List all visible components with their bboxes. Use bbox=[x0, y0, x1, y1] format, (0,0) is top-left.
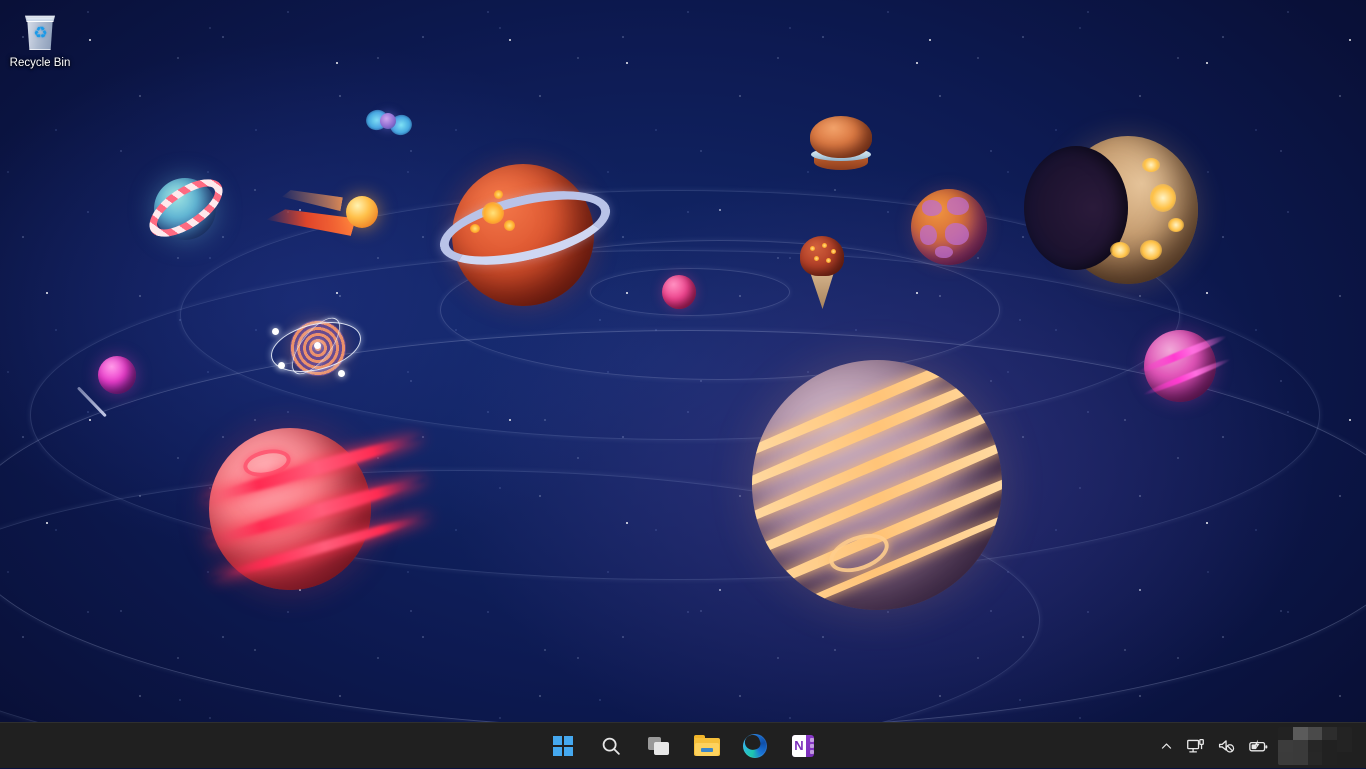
icecream-cone-object bbox=[800, 236, 846, 312]
pink-planet-right bbox=[1144, 330, 1216, 402]
folder-icon bbox=[694, 735, 720, 756]
crescent-crater-5 bbox=[1140, 240, 1162, 260]
start-button[interactable] bbox=[541, 726, 585, 766]
burger-top-bun bbox=[810, 116, 872, 158]
icecream-scoop bbox=[800, 236, 844, 276]
magenta-patch-4 bbox=[945, 223, 969, 245]
small-pink-planet bbox=[662, 275, 696, 309]
clock-pixel-8 bbox=[1308, 740, 1323, 753]
clock-redacted[interactable] bbox=[1278, 727, 1352, 765]
crescent-moon-planet bbox=[1058, 136, 1198, 284]
magenta-cracked-planet bbox=[911, 189, 987, 265]
comet-object bbox=[268, 178, 378, 250]
desktop[interactable]: ♻ Recycle Bin bbox=[0, 0, 1366, 768]
clock-pixel-9 bbox=[1322, 740, 1337, 753]
desktop-icon-label: Recycle Bin bbox=[4, 57, 76, 70]
clock-pixel-7 bbox=[1293, 740, 1308, 753]
edge-icon bbox=[743, 734, 767, 758]
clock-pixel-2 bbox=[1293, 727, 1308, 740]
spiral-node-1 bbox=[272, 328, 279, 335]
magenta-patch-1 bbox=[922, 200, 942, 216]
clock-pixel-1 bbox=[1278, 727, 1293, 740]
taskbar-center-group: N bbox=[541, 723, 825, 769]
red-planet-spot-1 bbox=[482, 202, 504, 224]
speaker-muted-icon bbox=[1217, 737, 1236, 756]
system-tray bbox=[1153, 723, 1366, 769]
jupiter-globe bbox=[752, 360, 1002, 610]
battery-button[interactable] bbox=[1243, 727, 1274, 765]
clock-pixel-14 bbox=[1322, 752, 1337, 765]
onenote-tab-2 bbox=[810, 744, 814, 748]
burger-planet bbox=[810, 116, 872, 172]
icecream-dot-4 bbox=[814, 256, 819, 261]
network-button[interactable] bbox=[1181, 727, 1210, 765]
small-pink-globe bbox=[662, 275, 696, 309]
chevron-up-icon bbox=[1160, 740, 1173, 753]
bowtie-core bbox=[380, 113, 396, 129]
onenote-tab-3 bbox=[810, 750, 814, 754]
clock-pixel-11 bbox=[1278, 752, 1293, 765]
red-planet-spot-2 bbox=[504, 220, 515, 231]
red-ringed-planet bbox=[438, 152, 614, 282]
task-view-button[interactable] bbox=[637, 726, 681, 766]
clock-pixel-5 bbox=[1337, 727, 1352, 740]
windows-logo-icon bbox=[553, 736, 573, 756]
edge-button[interactable] bbox=[733, 726, 777, 766]
search-button[interactable] bbox=[589, 726, 633, 766]
recycle-bin-lid bbox=[24, 14, 56, 22]
task-view-icon bbox=[648, 737, 670, 755]
red-planet-spot-4 bbox=[470, 224, 480, 233]
spiral-node-2 bbox=[314, 342, 321, 349]
blue-bowtie-object bbox=[366, 108, 412, 138]
clock-pixel-6 bbox=[1278, 740, 1293, 753]
clock-pixel-12 bbox=[1293, 752, 1308, 765]
onenote-tab-1 bbox=[810, 738, 814, 742]
onenote-letter: N bbox=[792, 735, 806, 757]
show-desktop-button[interactable] bbox=[1354, 723, 1360, 769]
spiral-node-4 bbox=[278, 362, 285, 369]
icecream-dot-2 bbox=[822, 243, 827, 248]
icecream-dot-3 bbox=[831, 249, 836, 254]
clock-pixel-10 bbox=[1337, 740, 1352, 753]
lollipop-object bbox=[76, 356, 138, 428]
jupiter-planet bbox=[752, 360, 1002, 610]
clock-pixel-15 bbox=[1337, 752, 1352, 765]
crescent-crater-1 bbox=[1142, 158, 1160, 172]
folder-slot bbox=[701, 748, 713, 752]
candy-cane-planet bbox=[148, 162, 232, 258]
recycle-symbol-icon: ♻ bbox=[32, 25, 49, 42]
task-view-window-front bbox=[654, 742, 669, 755]
network-monitor-icon bbox=[1186, 737, 1205, 756]
comet-head bbox=[346, 196, 378, 228]
lollipop-stick bbox=[77, 386, 107, 417]
magenta-patch-3 bbox=[920, 225, 937, 245]
clock-pixel-4 bbox=[1322, 727, 1337, 740]
battery-charging-icon bbox=[1248, 737, 1269, 756]
red-planet-spot-3 bbox=[494, 190, 503, 199]
onenote-button[interactable]: N bbox=[781, 726, 825, 766]
search-icon bbox=[600, 735, 622, 757]
pink-swirl-planet bbox=[209, 428, 371, 590]
show-hidden-icons-button[interactable] bbox=[1153, 727, 1179, 765]
volume-button[interactable] bbox=[1212, 727, 1241, 765]
magenta-patch-5 bbox=[935, 246, 953, 258]
file-explorer-button[interactable] bbox=[685, 726, 729, 766]
crescent-crater-3 bbox=[1168, 218, 1184, 232]
crescent-crater-2 bbox=[1150, 184, 1176, 212]
clock-pixel-13 bbox=[1308, 752, 1323, 765]
spiral-node-3 bbox=[338, 370, 345, 377]
desktop-icon-recycle-bin[interactable]: ♻ Recycle Bin bbox=[2, 6, 78, 73]
spiral-planet bbox=[268, 308, 364, 382]
clock-pixel-3 bbox=[1308, 727, 1323, 740]
onenote-icon: N bbox=[792, 735, 814, 757]
taskbar[interactable]: N bbox=[0, 722, 1366, 768]
icecream-dot-1 bbox=[810, 246, 815, 251]
crescent-crater-4 bbox=[1110, 242, 1130, 258]
icecream-dot-5 bbox=[826, 258, 831, 263]
recycle-bin-icon: ♻ bbox=[18, 10, 62, 54]
lollipop-candy bbox=[98, 356, 136, 394]
magenta-patch-2 bbox=[947, 197, 969, 215]
